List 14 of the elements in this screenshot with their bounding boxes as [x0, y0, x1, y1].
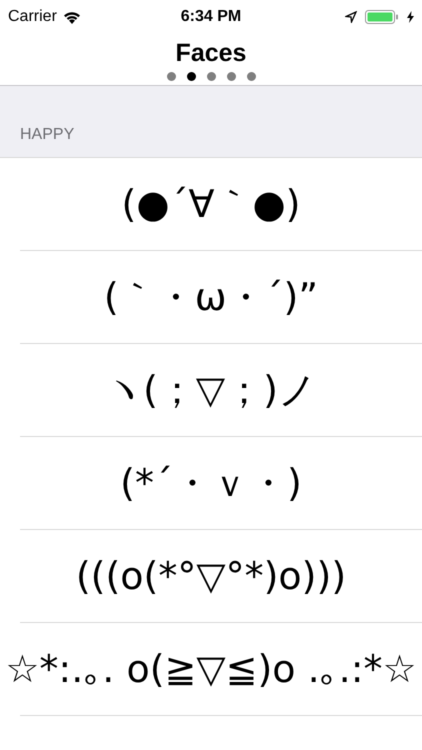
battery-icon [365, 10, 399, 24]
charging-bolt-icon [407, 11, 414, 23]
nav-title: Faces [176, 38, 246, 68]
face-list-item[interactable]: (((o(*°▽°*)o))) [76, 548, 346, 604]
face-list-item[interactable]: (*´・ｖ・) [120, 454, 302, 512]
face-list-item[interactable]: (●´∀｀●) [122, 176, 300, 232]
section-header: HAPPY [20, 125, 74, 145]
carrier-label: Carrier [8, 7, 57, 27]
location-arrow-icon [345, 11, 357, 23]
face-list-item[interactable]: ☆*:.｡. o(≧▽≦)o .｡.:*☆ [5, 640, 417, 698]
wifi-icon [62, 10, 81, 24]
clock-time: 6:34 PM [180, 7, 242, 27]
face-list-item[interactable]: ヽ(；▽；)ノ [105, 362, 317, 418]
face-list-item[interactable]: (｀・ω・´)” [104, 268, 318, 326]
